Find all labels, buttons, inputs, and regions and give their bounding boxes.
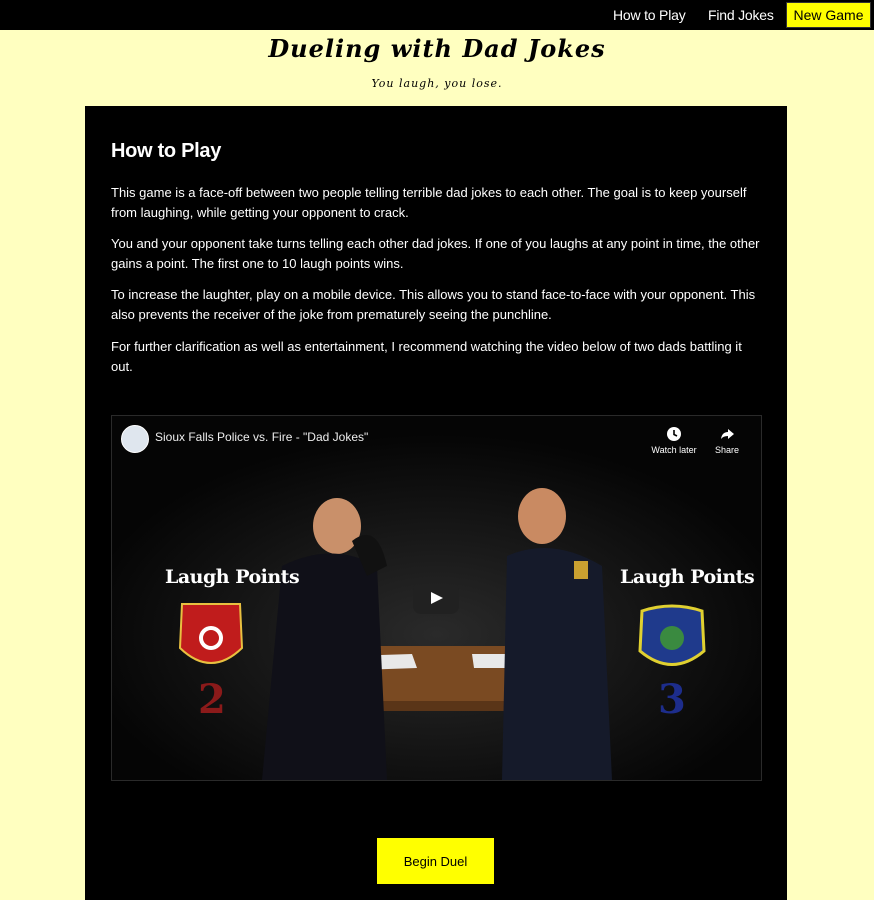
nav-new-game-button[interactable]: New Game [786,2,871,28]
police-badge [638,604,706,666]
paragraph: This game is a face-off between two peop… [111,185,747,220]
how-to-play-panel: How to Play This game is a face-off betw… [85,106,787,900]
begin-duel-button[interactable]: Begin Duel [377,838,494,884]
share-button[interactable]: Share [702,426,752,455]
right-score-label: Laugh Points [620,566,755,588]
site-title: Dueling with Dad Jokes [268,34,606,63]
video-player[interactable]: Sioux Falls Police vs. Fire - "Dad Jokes… [111,415,762,781]
play-button[interactable] [413,582,459,614]
left-score-label: Laugh Points [165,566,300,588]
navbar: How to Play Find Jokes New Game [0,0,874,30]
panel-heading: How to Play [111,140,222,162]
nav-find-jokes[interactable]: Find Jokes [708,0,774,30]
watch-later-label: Watch later [651,445,697,455]
video-title[interactable]: Sioux Falls Police vs. Fire - "Dad Jokes… [155,430,368,444]
paragraph: To increase the laughter, play on a mobi… [111,287,756,322]
left-score-value: 2 [198,676,226,723]
watch-later-button[interactable]: Watch later [649,426,699,455]
tagline: You laugh, you lose. [371,77,503,90]
play-icon [431,592,443,604]
right-score-value: 3 [658,676,686,723]
paragraph: For further clarification as well as ent… [111,339,742,374]
share-label: Share [714,445,740,455]
nav-how-to-play[interactable]: How to Play [613,0,686,30]
fire-badge [178,603,244,664]
share-icon [721,429,734,439]
paragraph: You and your opponent take turns telling… [111,236,760,271]
clock-icon [667,427,681,441]
channel-avatar[interactable] [121,425,149,453]
